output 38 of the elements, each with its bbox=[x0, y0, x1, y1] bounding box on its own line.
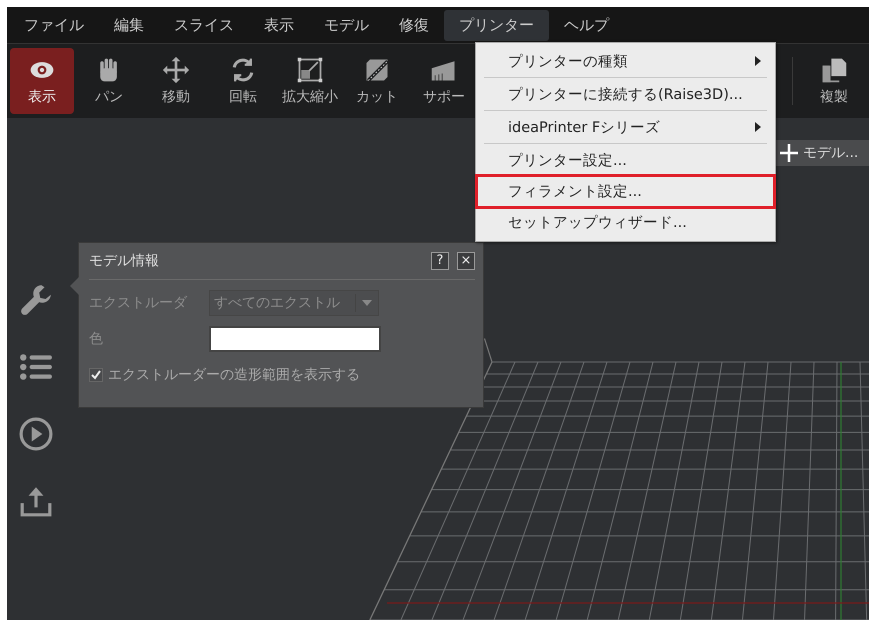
toolbar-button[interactable]: カット bbox=[345, 48, 409, 114]
wrench-icon[interactable] bbox=[19, 283, 53, 317]
menu-entry[interactable]: プリンターに接続する(Raise3D)... bbox=[484, 78, 767, 111]
menu-entry[interactable]: セットアップウィザード... bbox=[484, 206, 767, 239]
caret-icon bbox=[362, 300, 372, 306]
menu-item[interactable]: ヘルプ bbox=[549, 10, 624, 40]
scale-icon bbox=[296, 56, 324, 84]
toolbar-button[interactable]: 回転 bbox=[211, 48, 275, 114]
add-model-button[interactable]: モデル... bbox=[773, 140, 869, 166]
toolbar-button[interactable]: 拡大縮小 bbox=[278, 48, 342, 114]
menu-item[interactable]: 表示 bbox=[249, 10, 309, 40]
build-volume-edge-line bbox=[484, 338, 493, 363]
close-button[interactable]: × bbox=[457, 252, 475, 270]
checkbox[interactable] bbox=[89, 368, 103, 382]
menu-entry[interactable]: ideaPrinter Fシリーズ bbox=[484, 111, 767, 144]
menu-item[interactable]: 編集 bbox=[99, 10, 159, 40]
panel-title: モデル情報 bbox=[89, 252, 160, 270]
extruder-label: エクストルーダ bbox=[89, 294, 188, 312]
menu-item[interactable]: モデル bbox=[309, 10, 384, 40]
menu-entry[interactable]: プリンター設定... bbox=[484, 144, 767, 177]
menu-item[interactable]: スライス bbox=[159, 10, 249, 40]
menu-item[interactable]: 修復 bbox=[384, 10, 444, 40]
menu-item[interactable]: ファイル bbox=[9, 10, 99, 40]
toolbar-button[interactable]: 移動 bbox=[144, 48, 208, 114]
toolbar-button[interactable]: サポー bbox=[412, 48, 476, 114]
duplicate-icon bbox=[820, 56, 848, 84]
toolbar-button[interactable]: パン bbox=[77, 48, 141, 114]
menu-entry[interactable]: プリンターの種類 bbox=[484, 45, 767, 78]
toolbar-button[interactable]: 表示 bbox=[10, 48, 74, 114]
menu-entry[interactable]: フィラメント設定... bbox=[478, 177, 773, 206]
menu-item[interactable]: プリンター bbox=[444, 10, 549, 40]
duplicate-button[interactable]: 複製 bbox=[802, 48, 866, 114]
play-icon[interactable] bbox=[19, 417, 53, 451]
color-field[interactable] bbox=[209, 326, 381, 352]
move-icon bbox=[162, 56, 190, 84]
help-button[interactable]: ? bbox=[431, 252, 449, 270]
color-label: 色 bbox=[89, 330, 104, 348]
plus-icon bbox=[779, 143, 799, 163]
